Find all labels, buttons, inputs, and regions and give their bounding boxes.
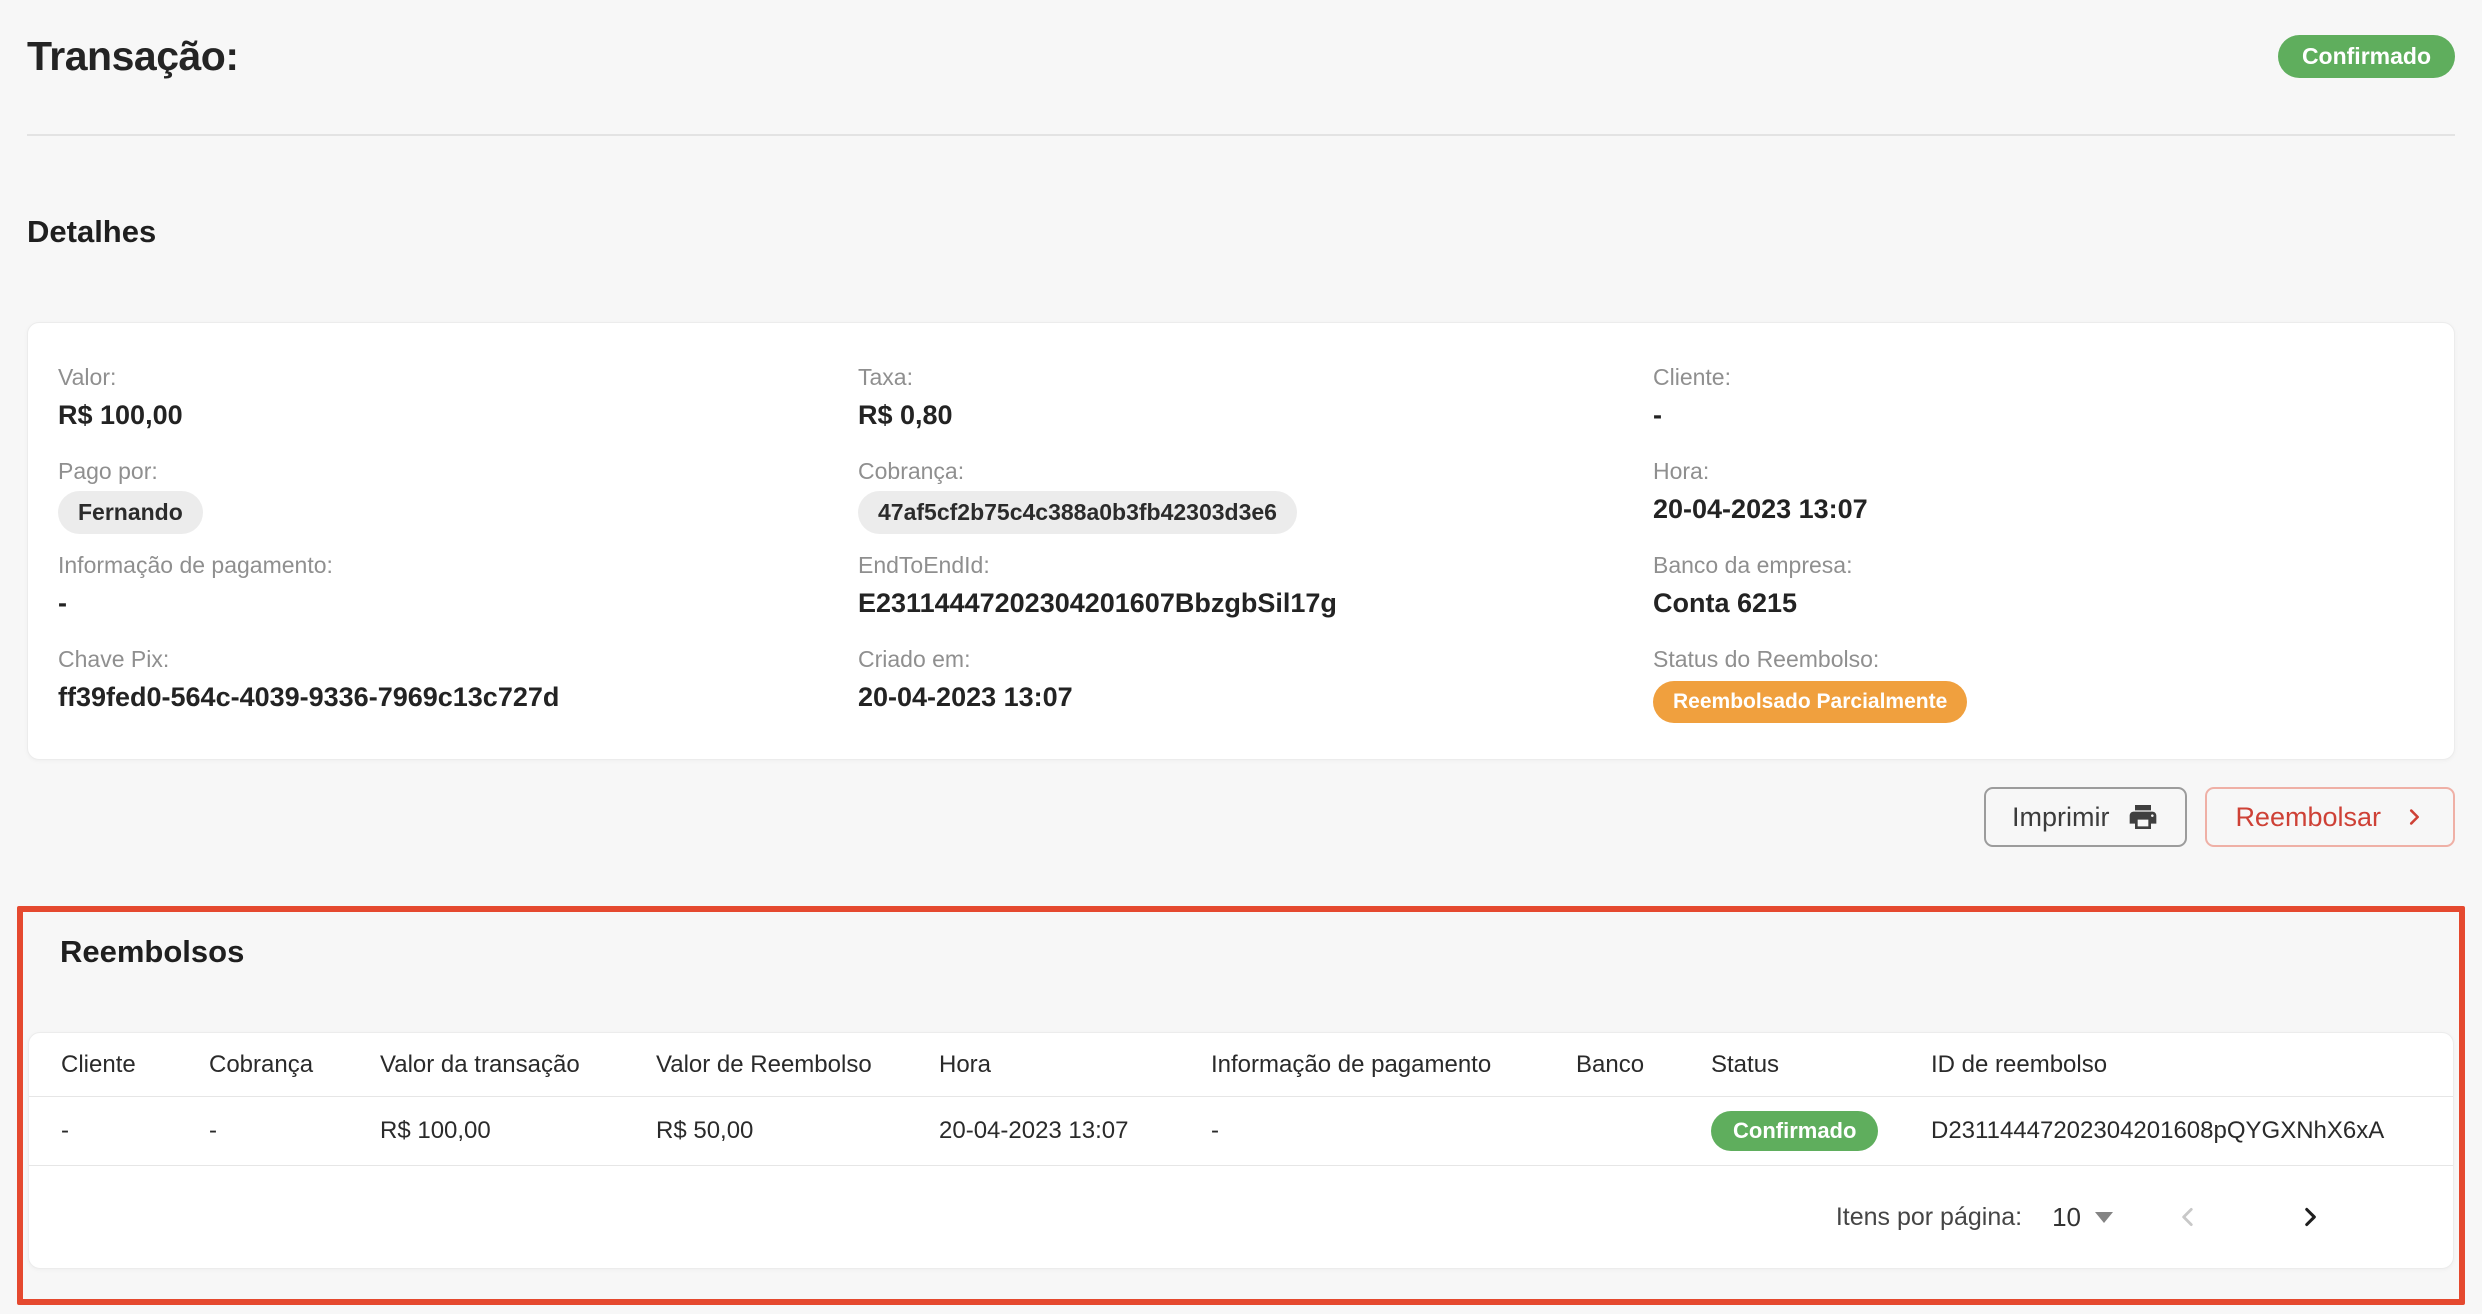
field-cobranca: Cobrança: 47af5cf2b75c4c388a0b3fb42303d3… bbox=[858, 457, 1653, 551]
page-header: Transação: Confirmado bbox=[27, 0, 2455, 82]
column-header-valor-transacao: Valor da transação bbox=[380, 1051, 656, 1079]
items-per-page-label: Itens por página: bbox=[1836, 1203, 2022, 1232]
field-label: Hora: bbox=[1653, 457, 2454, 485]
field-label: Pago por: bbox=[58, 457, 858, 485]
pagination-row: Itens por página: 10 bbox=[29, 1166, 2453, 1268]
field-value: - bbox=[1653, 399, 2454, 431]
field-hora: Hora: 20-04-2023 13:07 bbox=[1653, 457, 2454, 551]
items-per-page-select[interactable]: 10 bbox=[2052, 1202, 2113, 1233]
previous-page-button[interactable] bbox=[2175, 1204, 2201, 1230]
next-page-button[interactable] bbox=[2297, 1204, 2323, 1230]
transaction-page: Transação: Confirmado Detalhes Valor: R$… bbox=[0, 0, 2482, 1305]
refunds-section-highlighted: Reembolsos Cliente Cobrança Valor da tra… bbox=[17, 906, 2465, 1305]
field-label: Cliente: bbox=[1653, 363, 2454, 391]
field-label: Cobrança: bbox=[858, 457, 1653, 485]
column-header-cobranca: Cobrança bbox=[209, 1051, 380, 1079]
field-chave-pix: Chave Pix: ff39fed0-564c-4039-9336-7969c… bbox=[58, 645, 858, 723]
field-informacao-pagamento: Informação de pagamento: - bbox=[58, 551, 858, 645]
column-header-informacao-pagamento: Informação de pagamento bbox=[1211, 1051, 1576, 1079]
field-endtoendid: EndToEndId: E23114447202304201607BbzgbSi… bbox=[858, 551, 1653, 645]
refunds-table-card: Cliente Cobrança Valor da transação Valo… bbox=[28, 1032, 2454, 1269]
field-status-reembolso: Status do Reembolso: Reembolsado Parcial… bbox=[1653, 645, 2454, 723]
chevron-left-icon bbox=[2175, 1204, 2201, 1230]
field-label: Banco da empresa: bbox=[1653, 551, 2454, 579]
transaction-status-badge: Confirmado bbox=[2278, 35, 2455, 78]
actions-row: Imprimir Reembolsar bbox=[27, 787, 2455, 847]
print-button-label: Imprimir bbox=[2012, 802, 2109, 833]
field-value: 20-04-2023 13:07 bbox=[858, 681, 1653, 713]
cell-cliente: - bbox=[61, 1117, 209, 1145]
field-label: Taxa: bbox=[858, 363, 1653, 391]
refunds-heading: Reembolsos bbox=[60, 934, 2454, 970]
field-value: R$ 0,80 bbox=[858, 399, 1653, 431]
field-value: 20-04-2023 13:07 bbox=[1653, 493, 2454, 525]
row-status-badge: Confirmado bbox=[1711, 1111, 1878, 1151]
field-label: Informação de pagamento: bbox=[58, 551, 858, 579]
cell-hora: 20-04-2023 13:07 bbox=[939, 1117, 1211, 1145]
charge-id-chip: 47af5cf2b75c4c388a0b3fb42303d3e6 bbox=[858, 491, 1297, 534]
printer-icon bbox=[2127, 801, 2159, 833]
column-header-hora: Hora bbox=[939, 1051, 1211, 1079]
details-card: Valor: R$ 100,00 Taxa: R$ 0,80 Cliente: … bbox=[27, 322, 2455, 760]
cell-cobranca: - bbox=[209, 1117, 380, 1145]
column-header-banco: Banco bbox=[1576, 1051, 1711, 1079]
field-value: Conta 6215 bbox=[1653, 587, 2454, 619]
field-cliente: Cliente: - bbox=[1653, 363, 2454, 457]
refund-button[interactable]: Reembolsar bbox=[2205, 787, 2455, 847]
field-value: - bbox=[58, 587, 858, 619]
field-criado-em: Criado em: 20-04-2023 13:07 bbox=[858, 645, 1653, 723]
header-divider bbox=[27, 134, 2455, 136]
chevron-right-icon bbox=[2403, 806, 2425, 828]
print-button[interactable]: Imprimir bbox=[1984, 787, 2187, 847]
page-title: Transação: bbox=[27, 30, 239, 82]
cell-status: Confirmado bbox=[1711, 1111, 1931, 1151]
dropdown-caret-icon bbox=[2095, 1212, 2113, 1223]
cell-valor-transacao: R$ 100,00 bbox=[380, 1117, 656, 1145]
field-value: ff39fed0-564c-4039-9336-7969c13c727d bbox=[58, 681, 858, 713]
field-label: Status do Reembolso: bbox=[1653, 645, 2454, 673]
field-label: Chave Pix: bbox=[58, 645, 858, 673]
column-header-status: Status bbox=[1711, 1051, 1931, 1079]
field-value: E23114447202304201607BbzgbSil17g bbox=[858, 587, 1653, 619]
cell-valor-reembolso: R$ 50,00 bbox=[656, 1117, 939, 1145]
items-per-page-value: 10 bbox=[2052, 1202, 2081, 1233]
cell-id-reembolso: D23114447202304201608pQYGXNhX6xA bbox=[1931, 1117, 2453, 1145]
column-header-id-reembolso: ID de reembolso bbox=[1931, 1051, 2453, 1079]
refund-status-badge: Reembolsado Parcialmente bbox=[1653, 681, 1967, 723]
field-label: Criado em: bbox=[858, 645, 1653, 673]
field-valor: Valor: R$ 100,00 bbox=[58, 363, 858, 457]
payer-chip: Fernando bbox=[58, 491, 203, 534]
field-taxa: Taxa: R$ 0,80 bbox=[858, 363, 1653, 457]
table-header-row: Cliente Cobrança Valor da transação Valo… bbox=[29, 1033, 2453, 1097]
field-label: Valor: bbox=[58, 363, 858, 391]
field-banco-empresa: Banco da empresa: Conta 6215 bbox=[1653, 551, 2454, 645]
table-row: - - R$ 100,00 R$ 50,00 20-04-2023 13:07 … bbox=[29, 1097, 2453, 1166]
field-label: EndToEndId: bbox=[858, 551, 1653, 579]
refund-button-label: Reembolsar bbox=[2235, 802, 2381, 833]
details-heading: Detalhes bbox=[27, 214, 2455, 250]
field-pago-por: Pago por: Fernando bbox=[58, 457, 858, 551]
chevron-right-icon bbox=[2297, 1204, 2323, 1230]
column-header-valor-reembolso: Valor de Reembolso bbox=[656, 1051, 939, 1079]
field-value: R$ 100,00 bbox=[58, 399, 858, 431]
column-header-cliente: Cliente bbox=[61, 1051, 209, 1079]
cell-informacao-pagamento: - bbox=[1211, 1117, 1576, 1145]
